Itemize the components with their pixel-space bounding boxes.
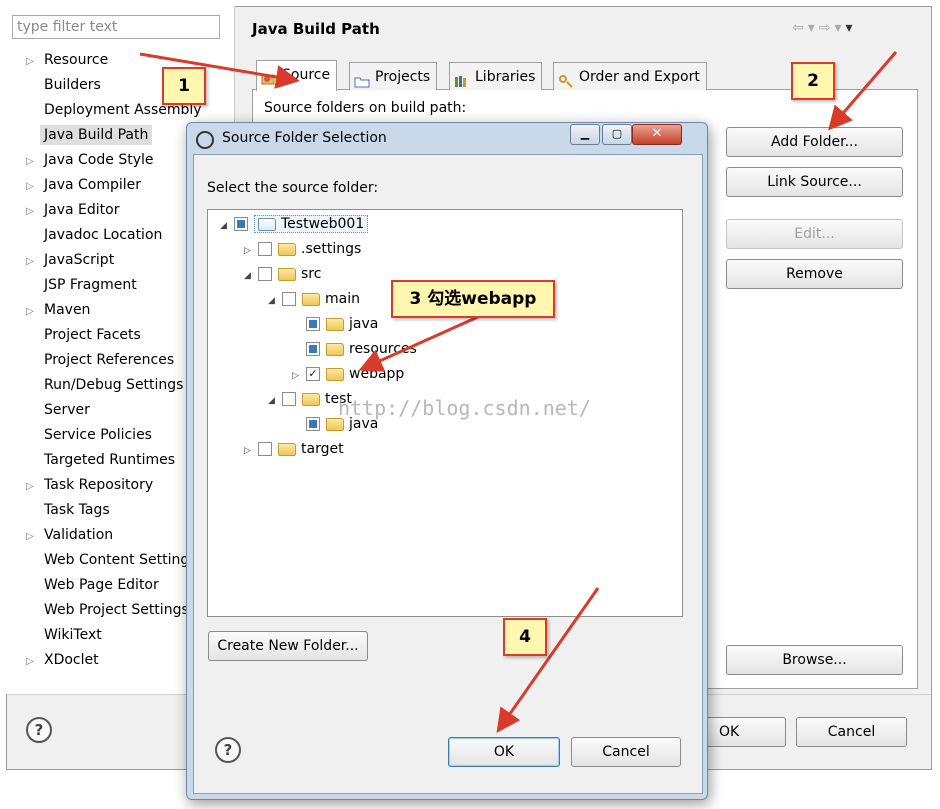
arrow-step2 xyxy=(828,51,898,131)
callout-step-1: 1 xyxy=(162,67,206,105)
arrow-step3 xyxy=(358,314,481,372)
callout-step-2: 2 xyxy=(791,62,835,100)
callout-step-3: 3 勾选webapp xyxy=(391,280,555,318)
annotation-arrows xyxy=(139,51,898,733)
callout-step-4: 4 xyxy=(503,618,547,656)
arrow-step4 xyxy=(496,587,600,733)
